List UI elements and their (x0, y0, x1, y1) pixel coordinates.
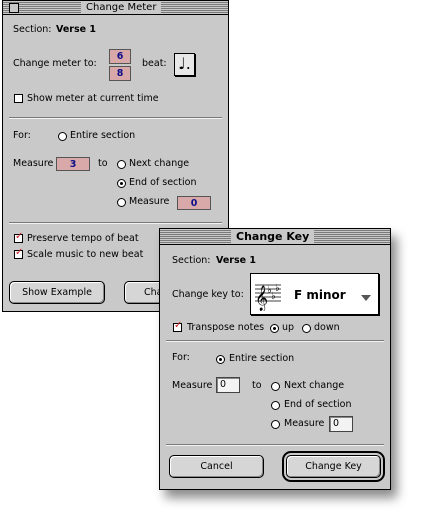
preserve-tempo-checkbox[interactable] (14, 231, 23, 243)
section-label: Section: (13, 24, 52, 35)
beat-note-icon[interactable]: ♩. (174, 53, 195, 76)
scale-music-checkbox[interactable] (14, 247, 23, 259)
down-label: down (314, 322, 340, 333)
to-label: to (98, 158, 108, 169)
for-label: For: (172, 352, 190, 363)
preserve-tempo-label: Preserve tempo of beat (27, 233, 139, 244)
up-label: up (282, 322, 295, 333)
transpose-notes-checkbox[interactable] (173, 320, 182, 332)
key-value: F minor (294, 288, 346, 302)
measure-option-label: Measure (284, 418, 325, 429)
window-title: Change Key (231, 229, 315, 244)
entire-section-label: Entire section (229, 353, 295, 364)
next-change-radio[interactable] (117, 160, 126, 169)
entire-section-radio[interactable] (58, 132, 67, 141)
measure-option-label: Measure (129, 196, 170, 207)
section-value: Verse 1 (56, 24, 96, 35)
entire-section-radio[interactable] (216, 355, 225, 364)
end-of-section-label: End of section (129, 177, 197, 188)
beat-label: beat: (142, 58, 167, 69)
measure-end-field[interactable]: 0 (329, 416, 353, 432)
cancel-button[interactable]: Cancel (169, 455, 264, 478)
measure-start-field[interactable]: 3 (56, 157, 90, 171)
change-meter-label: Change meter to: (13, 58, 97, 69)
next-change-radio[interactable] (271, 382, 280, 391)
change-key-label: Change key to: (172, 289, 244, 300)
down-radio[interactable] (302, 324, 311, 333)
change-meter-titlebar[interactable]: Change Meter (3, 1, 228, 15)
to-label: to (252, 380, 262, 391)
up-radio[interactable] (270, 324, 279, 333)
key-selector-popup[interactable]: 𝄞 ♭ ♭ ♭ F minor (250, 273, 379, 315)
key-signature-icon: 𝄞 ♭ ♭ ♭ (255, 283, 281, 311)
measure-label: Measure (172, 380, 213, 391)
separator (166, 444, 384, 446)
section-label: Section: (172, 255, 211, 266)
transpose-notes-label: Transpose notes (187, 322, 265, 333)
separator (9, 222, 222, 224)
next-change-label: Next change (284, 380, 345, 391)
window-title: Change Meter (81, 1, 162, 14)
measure-end-field[interactable]: 0 (177, 196, 211, 210)
end-of-section-label: End of section (284, 399, 352, 410)
measure-option-radio[interactable] (117, 198, 126, 207)
meter-numerator-field[interactable]: 6 (109, 49, 131, 64)
close-box-icon[interactable] (9, 3, 19, 13)
separator (9, 117, 222, 119)
next-change-label: Next change (129, 158, 190, 169)
measure-label: Measure (13, 158, 54, 169)
section-value: Verse 1 (216, 255, 256, 266)
measure-start-field[interactable]: 0 (216, 377, 240, 393)
change-key-titlebar[interactable]: Change Key (160, 229, 390, 245)
entire-section-label: Entire section (70, 130, 136, 141)
for-label: For: (13, 130, 31, 141)
end-of-section-radio[interactable] (117, 179, 126, 188)
change-key-button[interactable]: Change Key (282, 451, 385, 482)
meter-denominator-field[interactable]: 8 (109, 66, 131, 81)
measure-option-radio[interactable] (271, 420, 280, 429)
show-meter-checkbox[interactable] (14, 94, 23, 103)
chevron-down-icon (361, 295, 371, 301)
scale-music-label: Scale music to new beat (27, 249, 144, 260)
end-of-section-radio[interactable] (271, 401, 280, 410)
svg-text:♭: ♭ (275, 283, 280, 294)
separator (166, 340, 384, 342)
show-meter-label: Show meter at current time (27, 93, 159, 104)
change-key-window: Change Key Section: Verse 1 Change key t… (159, 228, 391, 490)
show-example-button[interactable]: Show Example (9, 281, 105, 304)
